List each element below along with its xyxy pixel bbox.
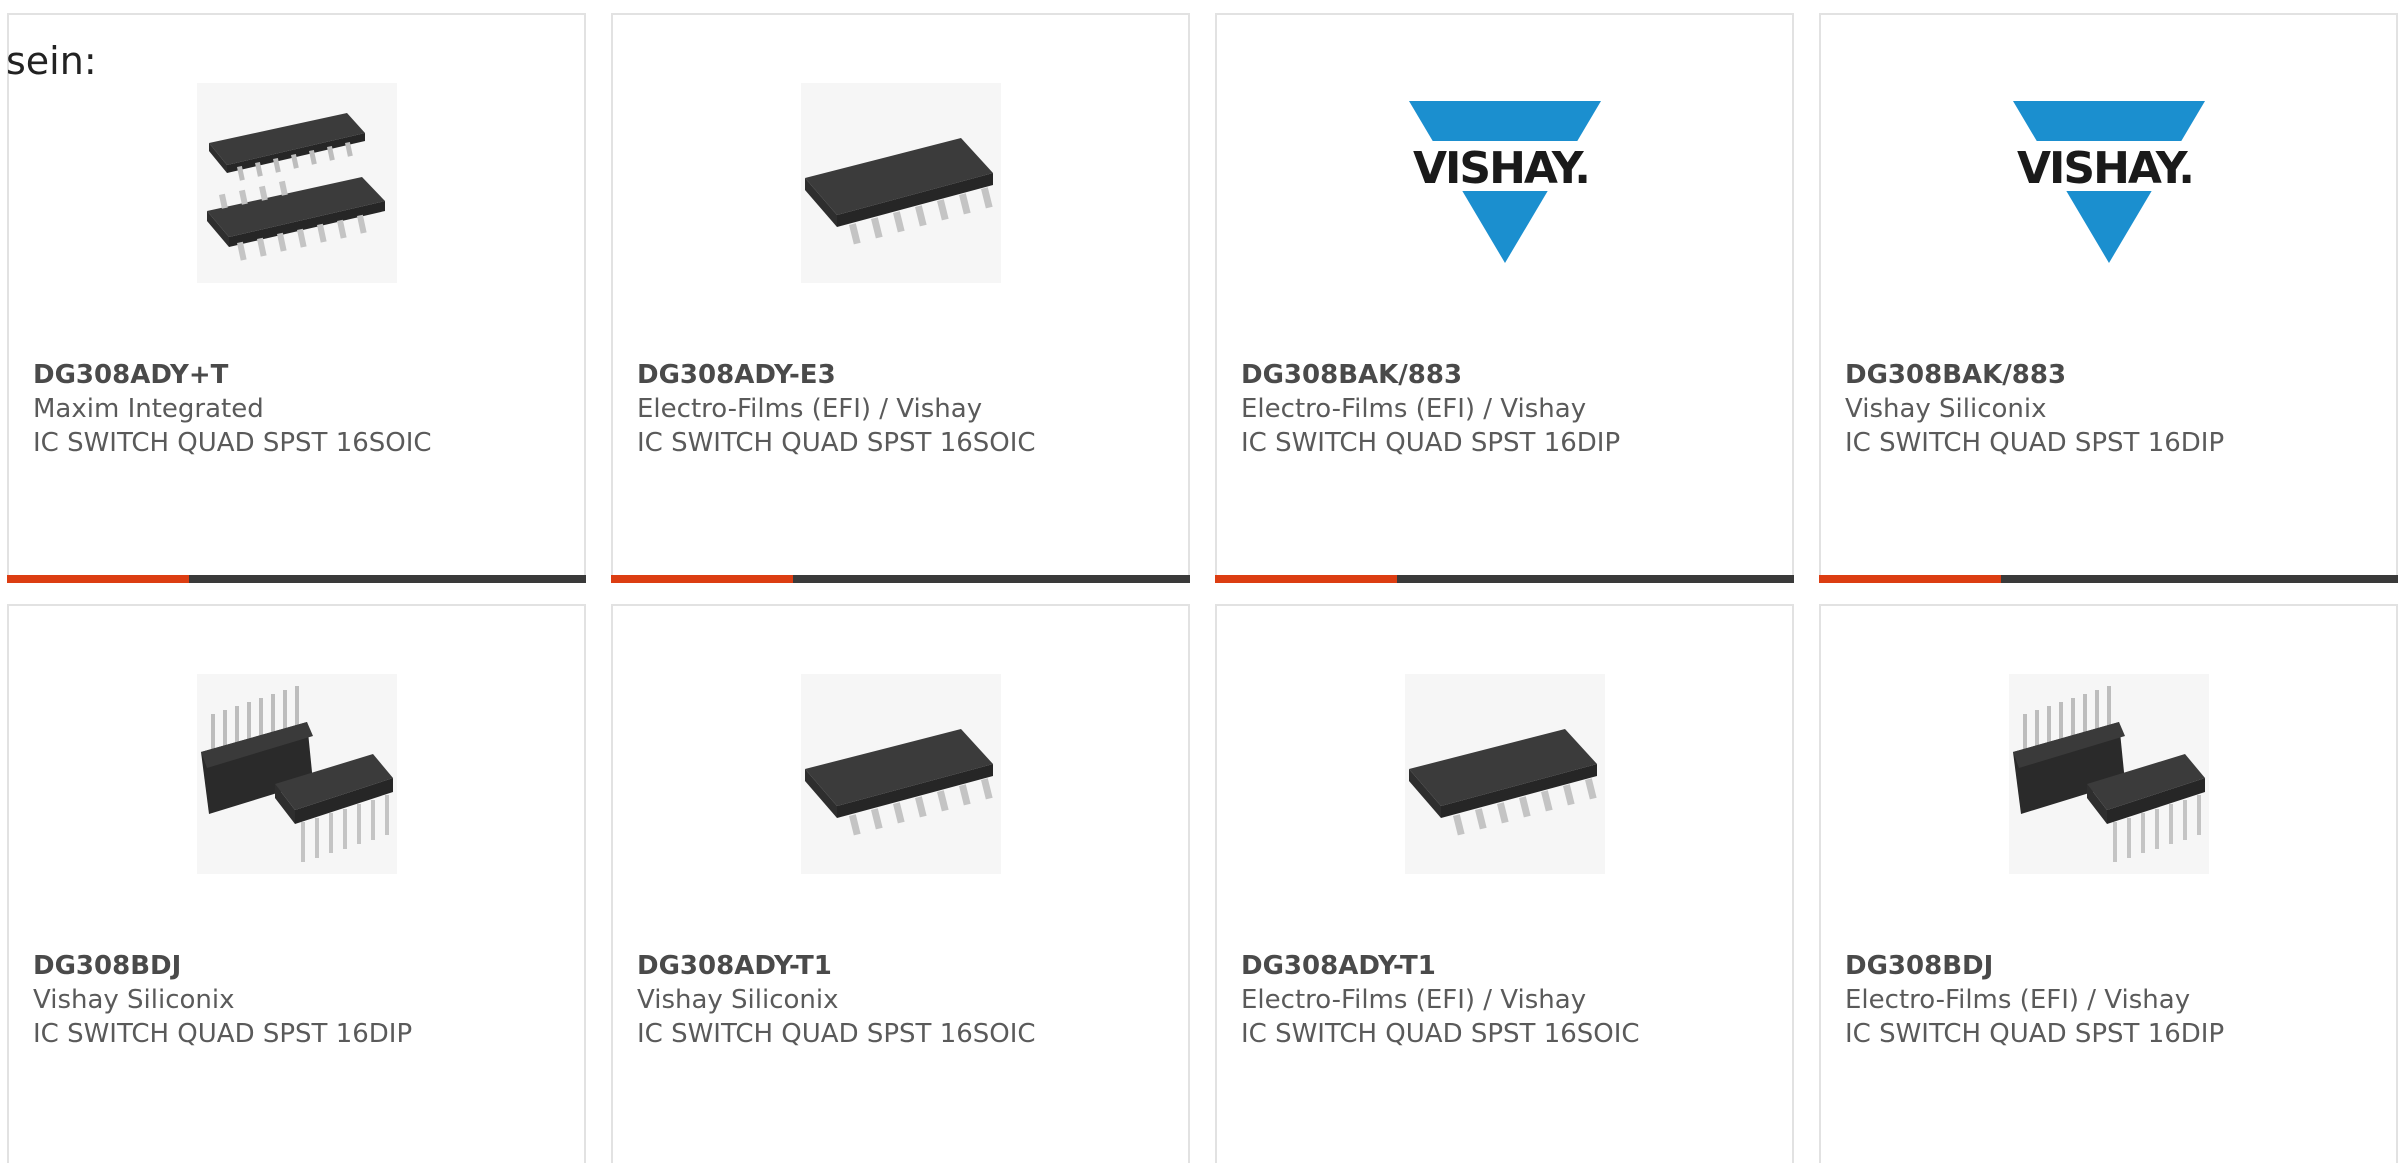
part-number[interactable]: DG308BAK/883	[1241, 358, 1620, 392]
product-info: DG308BAK/883 Vishay Siliconix IC SWITCH …	[1845, 358, 2224, 460]
product-card[interactable]: VISHAY. DG308BAK/883 Electro-Films (EFI)…	[1215, 13, 1794, 583]
product-info: DG308ADY-E3 Electro-Films (EFI) / Vishay…	[637, 358, 1036, 460]
product-info: DG308ADY+T Maxim Integrated IC SWITCH QU…	[33, 358, 432, 460]
description: IC SWITCH QUAD SPST 16SOIC	[33, 428, 432, 458]
product-card[interactable]: VISHAY. DG308BAK/883 Vishay Siliconix IC…	[1819, 13, 2398, 583]
product-info: DG308ADY-T1 Electro-Films (EFI) / Vishay…	[1241, 949, 1640, 1051]
part-number[interactable]: DG308ADY-T1	[637, 949, 1036, 983]
manufacturer: Vishay Siliconix	[1845, 394, 2047, 424]
dip-pair-icon	[2008, 674, 2209, 874]
part-number[interactable]: DG308BDJ	[1845, 949, 2224, 983]
soic-pair-icon	[196, 83, 397, 283]
description: IC SWITCH QUAD SPST 16DIP	[1241, 428, 1621, 458]
soic-icon	[800, 83, 1001, 283]
product-card[interactable]: DG308ADY+T Maxim Integrated IC SWITCH QU…	[7, 13, 586, 583]
page: DG308ADY+T Maxim Integrated IC SWITCH QU…	[0, 0, 2400, 1163]
part-number[interactable]: DG308ADY+T	[33, 358, 432, 392]
product-info: DG308BDJ Electro-Films (EFI) / Vishay IC…	[1845, 949, 2224, 1051]
description: IC SWITCH QUAD SPST 16DIP	[1845, 428, 2225, 458]
dip-pair-icon	[196, 674, 397, 874]
product-card[interactable]: DG308ADY-E3 Electro-Films (EFI) / Vishay…	[611, 13, 1190, 583]
product-card[interactable]: DG308ADY-T1 Vishay Siliconix IC SWITCH Q…	[611, 604, 1190, 1163]
manufacturer: Maxim Integrated	[33, 394, 264, 424]
description: IC SWITCH QUAD SPST 16DIP	[1845, 1019, 2225, 1049]
card-accent-bar	[1215, 575, 1794, 583]
accent-segment	[1215, 575, 1397, 583]
manufacturer: Electro-Films (EFI) / Vishay	[1241, 394, 1587, 424]
accent-segment	[7, 575, 189, 583]
product-card[interactable]: DG308BDJ Electro-Films (EFI) / Vishay IC…	[1819, 604, 2398, 1163]
part-number[interactable]: DG308BAK/883	[1845, 358, 2224, 392]
description: IC SWITCH QUAD SPST 16SOIC	[637, 428, 1036, 458]
product-info: DG308ADY-T1 Vishay Siliconix IC SWITCH Q…	[637, 949, 1036, 1051]
manufacturer: Electro-Films (EFI) / Vishay	[1845, 985, 2191, 1015]
part-number[interactable]: DG308ADY-T1	[1241, 949, 1640, 983]
vishay-logo: VISHAY.	[2008, 83, 2209, 283]
part-number[interactable]: DG308BDJ	[33, 949, 412, 983]
product-info: DG308BAK/883 Electro-Films (EFI) / Visha…	[1241, 358, 1620, 460]
soic-icon	[1404, 674, 1605, 874]
manufacturer: Electro-Films (EFI) / Vishay	[637, 394, 983, 424]
card-accent-bar	[611, 575, 1190, 583]
manufacturer: Electro-Films (EFI) / Vishay	[1241, 985, 1587, 1015]
vishay-logo: VISHAY.	[1404, 83, 1605, 283]
product-info: DG308BDJ Vishay Siliconix IC SWITCH QUAD…	[33, 949, 412, 1051]
manufacturer: Vishay Siliconix	[637, 985, 839, 1015]
soic-icon	[800, 674, 1001, 874]
intro-text: sein:	[6, 39, 97, 83]
description: IC SWITCH QUAD SPST 16SOIC	[1241, 1019, 1640, 1049]
card-accent-bar	[7, 575, 586, 583]
vishay-logo-text: VISHAY.	[1412, 143, 1588, 194]
product-card[interactable]: DG308ADY-T1 Electro-Films (EFI) / Vishay…	[1215, 604, 1794, 1163]
manufacturer: Vishay Siliconix	[33, 985, 235, 1015]
accent-segment	[1819, 575, 2001, 583]
description: IC SWITCH QUAD SPST 16SOIC	[637, 1019, 1036, 1049]
card-accent-bar	[1819, 575, 2398, 583]
product-grid: DG308ADY+T Maxim Integrated IC SWITCH QU…	[7, 13, 2398, 1163]
accent-segment	[611, 575, 793, 583]
product-card[interactable]: DG308BDJ Vishay Siliconix IC SWITCH QUAD…	[7, 604, 586, 1163]
part-number[interactable]: DG308ADY-E3	[637, 358, 1036, 392]
description: IC SWITCH QUAD SPST 16DIP	[33, 1019, 413, 1049]
vishay-logo-text: VISHAY.	[2016, 143, 2192, 194]
